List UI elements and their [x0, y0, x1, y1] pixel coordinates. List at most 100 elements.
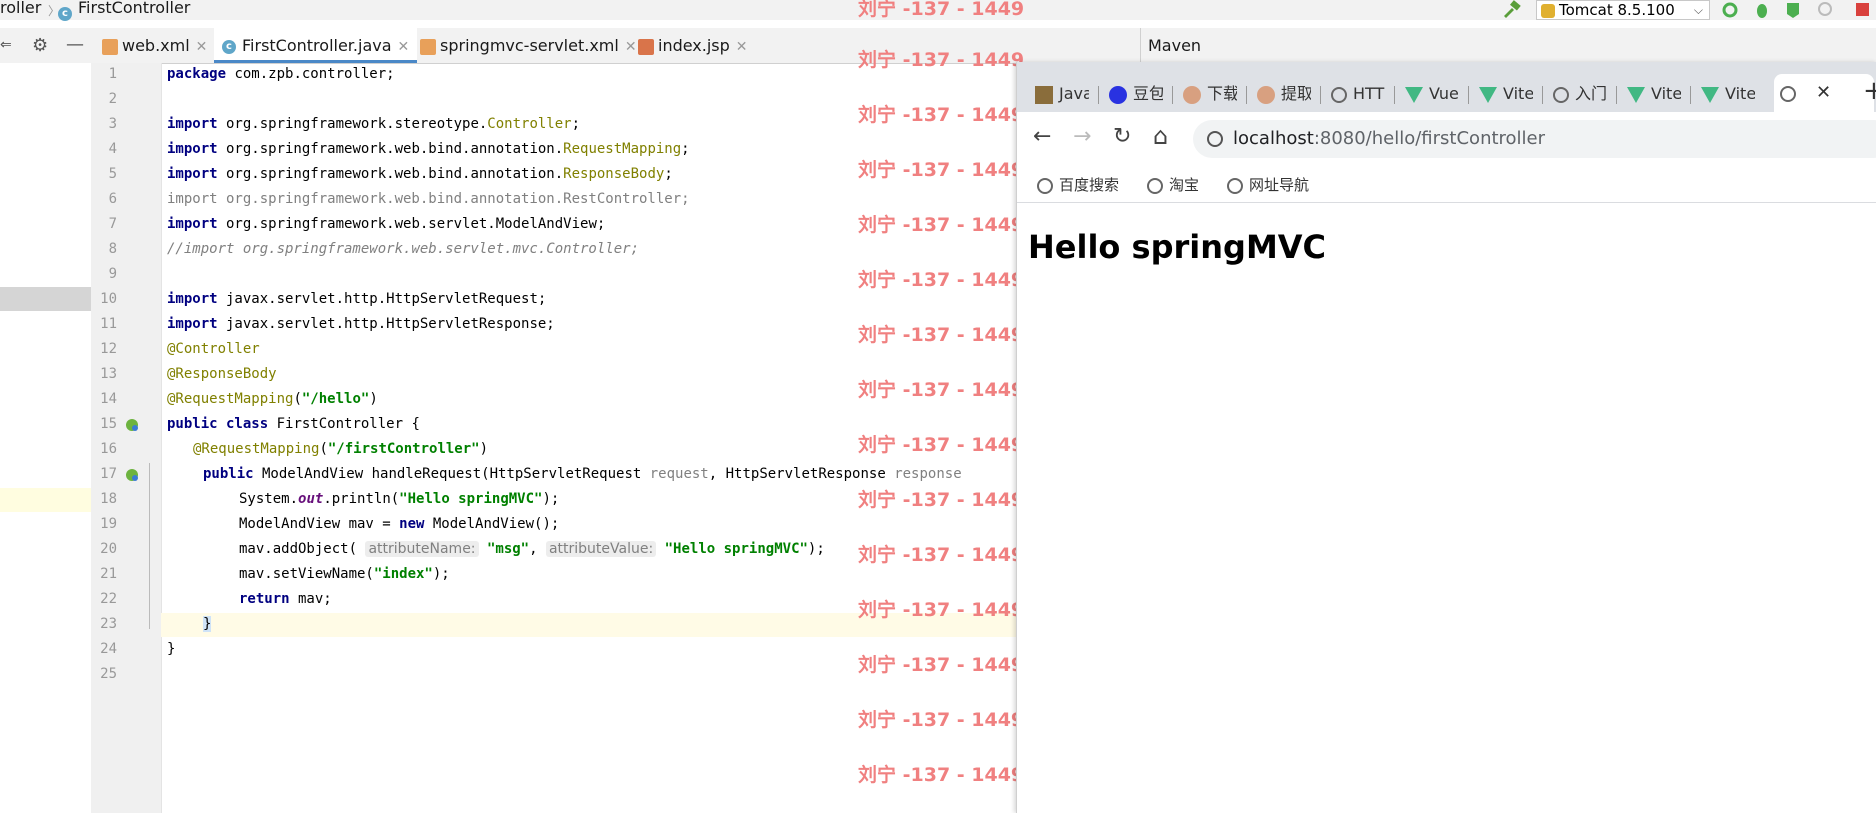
- tab-label: web.xml: [122, 36, 190, 55]
- favicon-icon: [1109, 85, 1127, 104]
- code-line[interactable]: mav.setViewName("index");: [239, 566, 450, 582]
- code-line[interactable]: @ResponseBody: [167, 366, 277, 382]
- browser-tab[interactable]: Vue: [1405, 76, 1459, 112]
- breadcrumb-item[interactable]: roller: [0, 0, 41, 17]
- code-line[interactable]: import org.springframework.web.servlet.M…: [167, 216, 605, 232]
- tomcat-icon: [1541, 3, 1555, 18]
- rerun-icon[interactable]: [1720, 0, 1740, 20]
- code-line[interactable]: import javax.servlet.http.HttpServletRes…: [167, 316, 555, 332]
- watermark: 刘宁 -137 - 1449: [858, 269, 1025, 291]
- coverage-icon[interactable]: [1784, 0, 1804, 20]
- browser-tab[interactable]: 下载: [1183, 76, 1237, 112]
- browser-window: Java 豆包 下载 提取 HTTP Vue Vite 入门 Vite Vite…: [1016, 62, 1876, 813]
- code-line[interactable]: ModelAndView mav = new ModelAndView();: [239, 516, 559, 532]
- minimize-icon[interactable]: —: [66, 34, 84, 55]
- run-configuration-label: Tomcat 8.5.100: [1559, 1, 1675, 19]
- globe-icon: [1780, 86, 1796, 102]
- tab-springmvc-servlet-xml[interactable]: springmvc-servlet.xml ✕: [420, 28, 637, 63]
- watermark: 刘宁 -137 - 1449: [858, 159, 1025, 181]
- code-line[interactable]: import org.springframework.web.bind.anno…: [167, 166, 673, 182]
- browser-tab[interactable]: 入门: [1553, 76, 1607, 112]
- code-line[interactable]: return mav;: [239, 591, 332, 607]
- line-number: 5: [108, 166, 117, 182]
- bookmark-item[interactable]: 网址导航: [1227, 168, 1309, 202]
- breadcrumb-item[interactable]: FirstController: [78, 0, 190, 17]
- line-number: 18: [100, 491, 117, 507]
- browser-tab[interactable]: 提取: [1257, 76, 1311, 112]
- line-number: 11: [100, 316, 117, 332]
- code-line[interactable]: import javax.servlet.http.HttpServletReq…: [167, 291, 546, 307]
- browser-tab[interactable]: Vite: [1701, 76, 1755, 112]
- bookmark-item[interactable]: 淘宝: [1147, 168, 1199, 202]
- stop-icon[interactable]: [1852, 0, 1872, 20]
- close-icon[interactable]: ✕: [196, 39, 208, 55]
- chevron-down-icon: ⌵: [1693, 3, 1703, 17]
- run-configuration-select[interactable]: Tomcat 8.5.100 ⌵: [1536, 0, 1710, 20]
- back-icon[interactable]: ←: [1033, 124, 1051, 149]
- class-icon: c: [222, 39, 236, 54]
- favicon-icon: [1035, 85, 1053, 104]
- globe-icon: [1227, 177, 1243, 194]
- code-line[interactable]: @RequestMapping("/firstController"): [193, 441, 488, 457]
- globe-icon: [1037, 177, 1053, 194]
- tab-divider: [1616, 86, 1617, 104]
- code-line[interactable]: @Controller: [167, 341, 260, 357]
- home-icon[interactable]: ⌂: [1153, 122, 1168, 150]
- code-line[interactable]: import org.springframework.web.bind.anno…: [167, 141, 690, 157]
- selected-row[interactable]: [0, 287, 91, 311]
- close-icon[interactable]: ✕: [736, 39, 748, 55]
- close-icon[interactable]: ✕: [625, 39, 637, 55]
- spring-bean-icon[interactable]: [124, 417, 140, 437]
- watermark: 刘宁 -137 - 1449: [858, 49, 1025, 71]
- profile-icon[interactable]: [1816, 0, 1836, 20]
- tab-index-jsp[interactable]: index.jsp ✕: [638, 28, 748, 63]
- line-number: 6: [108, 191, 117, 207]
- browser-tab[interactable]: HTTP: [1331, 76, 1385, 112]
- build-hammer-icon[interactable]: [1500, 0, 1522, 20]
- reload-icon[interactable]: ↻: [1113, 124, 1131, 149]
- vue-icon: [1701, 86, 1719, 103]
- close-icon[interactable]: ✕: [398, 39, 410, 55]
- line-number: 23: [100, 616, 117, 632]
- tab-firstcontroller-java[interactable]: c FirstController.java ✕: [214, 28, 418, 63]
- code-line[interactable]: package com.zpb.controller;: [167, 66, 395, 82]
- gear-icon[interactable]: ⚙: [32, 35, 48, 56]
- collapse-icon[interactable]: ⇐: [0, 37, 12, 53]
- code-line[interactable]: public class FirstController {: [167, 416, 420, 432]
- line-number: 20: [100, 541, 117, 557]
- browser-tab[interactable]: Vite: [1627, 76, 1681, 112]
- browser-tab[interactable]: Vite: [1479, 76, 1533, 112]
- bookmark-item[interactable]: 百度搜索: [1037, 168, 1119, 202]
- browser-tab[interactable]: Java: [1035, 76, 1089, 112]
- line-number: 25: [100, 666, 117, 682]
- tab-web-xml[interactable]: web.xml ✕: [102, 28, 207, 63]
- parameter-hint: attributeValue:: [545, 541, 657, 557]
- code-line[interactable]: import org.springframework.stereotype.Co…: [167, 116, 580, 132]
- address-bar[interactable]: localhost:8080/hello/firstController: [1193, 120, 1876, 158]
- code-line[interactable]: @RequestMapping("/hello"): [167, 391, 378, 407]
- spring-bean-icon[interactable]: [124, 467, 140, 487]
- tab-label: springmvc-servlet.xml: [440, 36, 619, 55]
- class-icon: c: [58, 3, 72, 22]
- code-line[interactable]: import org.springframework.web.bind.anno…: [167, 191, 690, 207]
- browser-tab[interactable]: 豆包: [1109, 76, 1163, 112]
- fold-guide: [149, 463, 150, 629]
- code-line[interactable]: }: [167, 641, 175, 657]
- page-heading: Hello springMVC: [1028, 228, 1327, 266]
- code-line[interactable]: //import org.springframework.web.servlet…: [167, 241, 639, 257]
- debug-icon[interactable]: [1752, 0, 1772, 20]
- code-line[interactable]: mav.addObject( attributeName: "msg", att…: [239, 541, 825, 557]
- globe-icon: [1147, 177, 1163, 194]
- maven-panel-title[interactable]: Maven: [1148, 28, 1201, 63]
- project-panel: [0, 63, 91, 813]
- favicon-icon: [1257, 85, 1275, 104]
- vue-icon: [1479, 86, 1497, 103]
- new-tab-icon[interactable]: +: [1863, 76, 1876, 106]
- browser-tab-active[interactable]: ✕: [1774, 74, 1874, 114]
- code-line[interactable]: public ModelAndView handleRequest(HttpSe…: [203, 466, 1013, 482]
- code-line[interactable]: }: [203, 616, 212, 632]
- code-line[interactable]: System.out.println("Hello springMVC");: [239, 491, 559, 507]
- forward-icon[interactable]: →: [1073, 124, 1091, 149]
- line-number: 15: [100, 416, 117, 432]
- close-tab-icon[interactable]: ✕: [1816, 82, 1831, 103]
